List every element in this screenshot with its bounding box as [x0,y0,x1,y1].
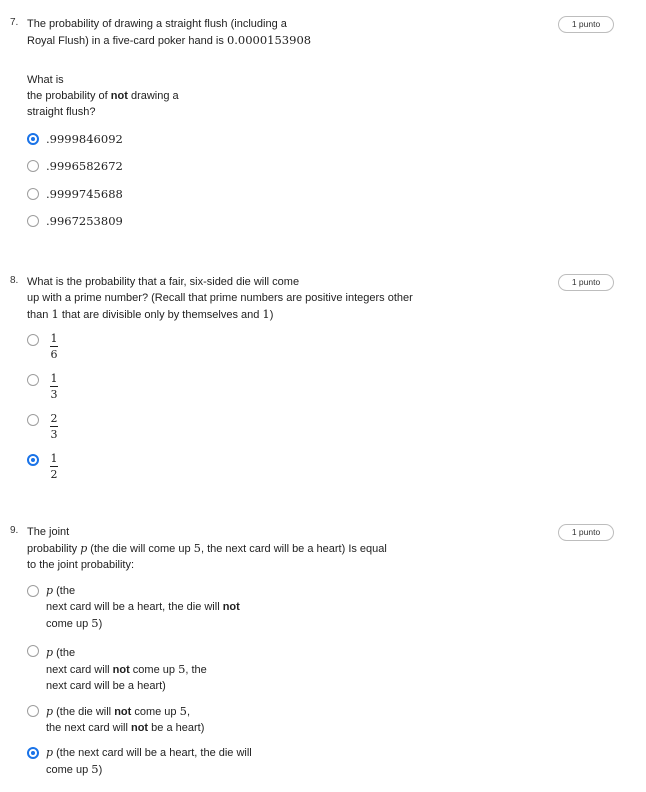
fraction: 13 [50,372,58,401]
question-text: The probability of drawing a straight fl… [27,18,312,47]
radio-button[interactable] [27,747,39,759]
question-subtext: What is the probability of not drawing a… [27,74,179,118]
radio-button[interactable] [27,705,39,717]
radio-button[interactable] [27,585,39,597]
question-text: The joint probability p (the die will co… [27,526,387,571]
radio-button[interactable] [27,334,39,346]
fraction: 16 [50,332,58,361]
answer-option-text: p (the next card will be a heart, the di… [46,746,252,776]
points-badge: 1 punto [558,274,614,291]
question-number: 9. [10,525,19,536]
radio-button[interactable] [27,215,39,227]
radio-button[interactable] [27,160,39,172]
fraction-bar [50,386,58,387]
radio-button[interactable] [27,374,39,386]
points-badge: 1 punto [558,16,614,33]
radio-button[interactable] [27,188,39,200]
fraction: 23 [50,412,58,441]
question-text: What is the probability that a fair, six… [27,276,413,321]
radio-button[interactable] [27,454,39,466]
question-number: 7. [10,17,19,28]
fraction-bar [50,466,58,467]
points-badge: 1 punto [558,524,614,541]
answer-option-text: p (the next card will not come up 5, the… [46,646,207,692]
fraction-bar [50,346,58,347]
fraction: 12 [50,452,58,481]
fraction-bar [50,426,58,427]
radio-button[interactable] [27,645,39,657]
radio-button[interactable] [27,133,39,145]
answer-option-text: p (the next card will be a heart, the di… [46,584,240,630]
radio-button[interactable] [27,414,39,426]
question-number: 8. [10,275,19,286]
answer-option-text: p (the die will not come up 5, the next … [46,704,205,734]
